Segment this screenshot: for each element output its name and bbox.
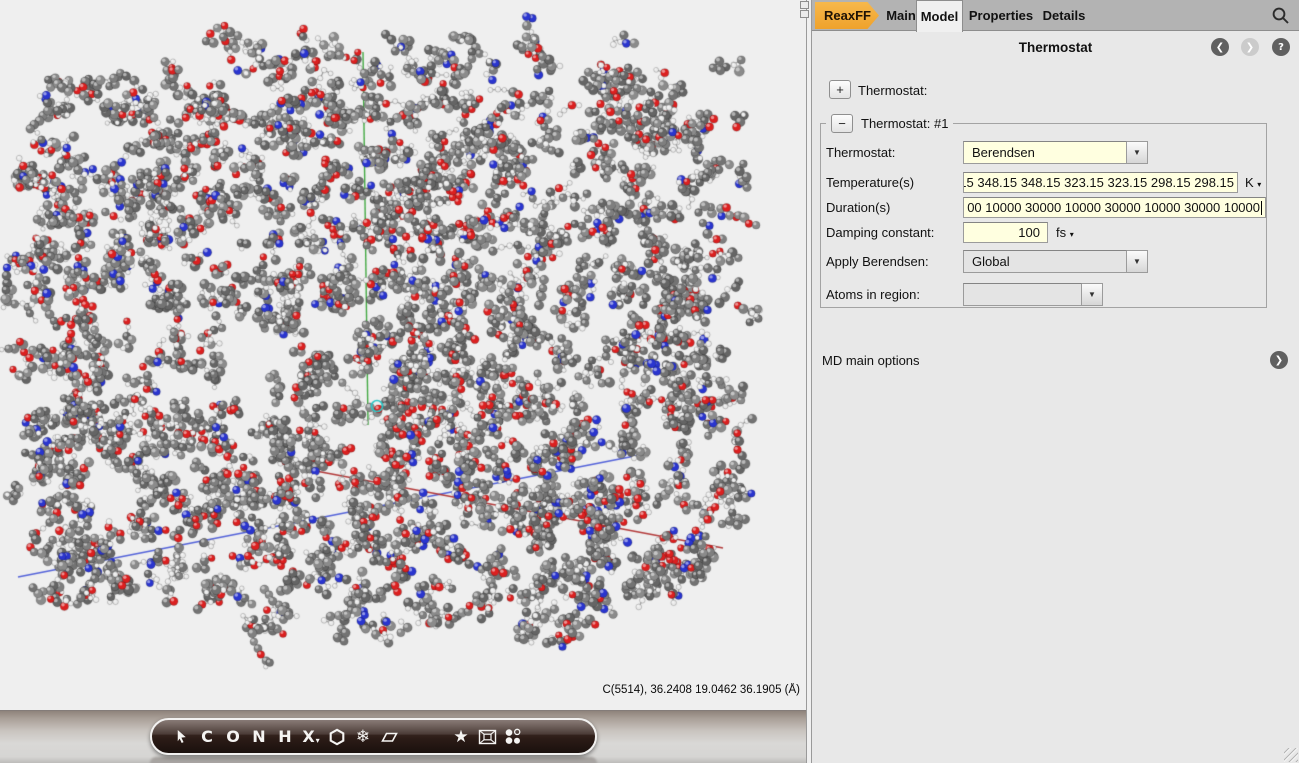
tab-properties[interactable]: Properties xyxy=(968,0,1034,31)
text-caret xyxy=(1261,201,1262,215)
atoms-in-region-select[interactable] xyxy=(963,283,1082,306)
atoms-in-region-select-arrow[interactable]: ▼ xyxy=(1082,283,1103,306)
damping-input[interactable]: 100 xyxy=(963,222,1048,243)
damping-unit-dropdown[interactable]: fs ▾ xyxy=(1056,225,1074,240)
collapse-thermostat-button[interactable]: − xyxy=(831,114,853,133)
durations-value: 00 10000 30000 10000 30000 10000 30000 1… xyxy=(967,200,1260,215)
tab-bar: ReaxFF Main Model Properties Details xyxy=(812,0,1299,31)
temperatures-input[interactable]: 15 348.15 348.15 323.15 323.15 298.15 29… xyxy=(963,172,1238,193)
help-button[interactable]: ? xyxy=(1272,38,1290,56)
apply-berendsen-select[interactable]: Global xyxy=(963,250,1127,273)
group-legend-label: Thermostat: #1 xyxy=(861,116,948,131)
nav-forward-button[interactable]: ❯ xyxy=(1241,38,1259,56)
element-x-label: X xyxy=(302,727,314,746)
atom-status-line: C(5514), 36.2408 19.0462 36.1905 (Å) xyxy=(602,684,800,696)
thermostat-select-arrow[interactable]: ▼ xyxy=(1127,141,1148,164)
nav-back-button[interactable]: ❮ xyxy=(1211,38,1229,56)
element-nitrogen-button[interactable]: N xyxy=(246,722,272,752)
element-carbon-button[interactable]: C xyxy=(194,722,220,752)
group-legend: − Thermostat: #1 xyxy=(826,113,953,133)
durations-input[interactable]: 00 10000 30000 10000 30000 10000 30000 1… xyxy=(963,197,1266,218)
ring-tool-icon[interactable] xyxy=(324,722,350,752)
element-toolbar: C O N H X ▾ ❄ ★ xyxy=(150,718,597,755)
molecule-viewport: C(5514), 36.2408 19.0462 36.1905 (Å) xyxy=(0,0,806,710)
durations-label: Duration(s) xyxy=(826,200,890,215)
temperatures-label: Temperature(s) xyxy=(826,175,914,190)
resize-grip[interactable] xyxy=(1284,748,1298,762)
settings-panel: ReaxFF Main Model Properties Details The… xyxy=(812,0,1299,763)
thermostat-select[interactable]: Berendsen xyxy=(963,141,1127,164)
search-icon[interactable] xyxy=(1271,6,1291,26)
molecule-3d-canvas[interactable] xyxy=(0,0,806,710)
plane-tool-icon[interactable] xyxy=(376,722,402,752)
splitter-handle-bottom[interactable] xyxy=(800,10,809,18)
element-oxygen-button[interactable]: O xyxy=(220,722,246,752)
apply-berendsen-select-arrow[interactable]: ▼ xyxy=(1127,250,1148,273)
viewport-bottom-bar: C O N H X ▾ ❄ ★ xyxy=(0,710,806,763)
md-main-options-button[interactable]: ❯ xyxy=(1270,351,1288,369)
thermostat-1-group: − Thermostat: #1 Thermostat: Berendsen ▼… xyxy=(820,113,1267,308)
splitter-handle-top[interactable] xyxy=(800,1,809,9)
damping-label: Damping constant: xyxy=(826,225,934,240)
pointer-tool-icon[interactable] xyxy=(168,722,194,752)
perspective-box-icon[interactable] xyxy=(474,722,500,752)
add-thermostat-button[interactable]: + xyxy=(829,80,851,99)
tab-details[interactable]: Details xyxy=(1040,0,1088,31)
tab-reaxff[interactable]: ReaxFF xyxy=(815,2,879,29)
favorites-star-icon[interactable]: ★ xyxy=(448,722,474,752)
thermostat-add-label: Thermostat: xyxy=(858,83,927,98)
tab-model[interactable]: Model xyxy=(916,0,963,32)
atoms-dots-icon[interactable] xyxy=(500,722,526,752)
md-main-options-label: MD main options xyxy=(822,353,920,368)
apply-berendsen-label: Apply Berendsen: xyxy=(826,254,929,269)
freeze-tool-icon[interactable]: ❄ xyxy=(350,722,376,752)
temperature-unit-dropdown[interactable]: K ▾ xyxy=(1245,175,1261,190)
element-x-dropdown[interactable]: X ▾ xyxy=(298,722,324,752)
chevron-down-icon: ▾ xyxy=(316,736,320,745)
application-window: C(5514), 36.2408 19.0462 36.1905 (Å) C O… xyxy=(0,0,1299,763)
element-hydrogen-button[interactable]: H xyxy=(272,722,298,752)
atoms-in-region-label: Atoms in region: xyxy=(826,287,920,302)
thermostat-label: Thermostat: xyxy=(826,145,895,160)
toolbar-reflection xyxy=(150,757,597,763)
